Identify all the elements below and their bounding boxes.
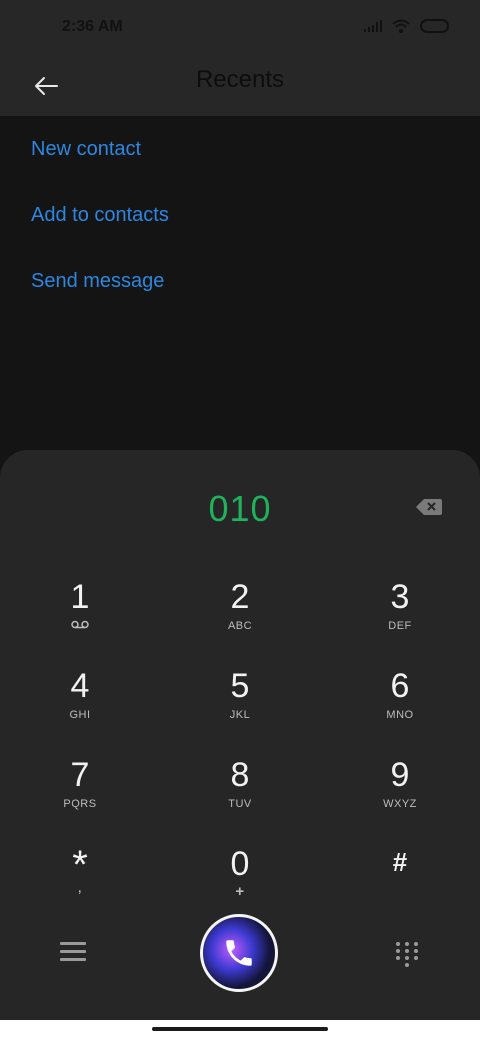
key-digit: 8 bbox=[230, 756, 250, 794]
key-letters: DEF bbox=[388, 620, 412, 632]
key-digit: 0 bbox=[230, 845, 250, 883]
voicemail-icon bbox=[20, 620, 140, 632]
key-digit: 5 bbox=[230, 667, 250, 705]
status-time: 2:36 AM bbox=[62, 18, 123, 35]
phone-icon bbox=[226, 940, 252, 966]
key-1[interactable]: 1 bbox=[20, 578, 140, 658]
battery-icon bbox=[420, 19, 449, 33]
key-letters: ABC bbox=[227, 620, 253, 632]
key-digit: 9 bbox=[390, 756, 410, 794]
send-message-action[interactable]: Send message bbox=[31, 270, 164, 293]
key-letters: , bbox=[77, 879, 83, 896]
call-button[interactable] bbox=[200, 914, 278, 992]
key-digit: 1 bbox=[70, 578, 90, 616]
home-handle[interactable] bbox=[152, 1027, 328, 1031]
status-icons bbox=[364, 19, 450, 33]
key-0[interactable]: 0 + bbox=[180, 845, 300, 925]
key-8[interactable]: 8 TUV bbox=[180, 756, 300, 836]
key-2[interactable]: 2 ABC bbox=[180, 578, 300, 658]
dialer-bottom-row bbox=[0, 914, 480, 994]
status-bar: 2:36 AM bbox=[0, 0, 480, 56]
key-letters: + bbox=[235, 883, 245, 900]
add-to-contacts-action[interactable]: Add to contacts bbox=[31, 204, 169, 227]
backspace-button[interactable] bbox=[416, 498, 446, 518]
system-nav-bar bbox=[0, 1020, 480, 1040]
key-digit: 4 bbox=[70, 667, 90, 705]
dialpad-sheet: 010 1 2 ABC 3 DEF 4 GHI 5 JKL 6 MNO 7 PQ… bbox=[0, 450, 480, 1020]
key-6[interactable]: 6 MNO bbox=[340, 667, 460, 747]
dialed-number: 010 bbox=[208, 488, 272, 529]
key-letters: TUV bbox=[228, 798, 252, 810]
page-title: Recents bbox=[195, 66, 285, 93]
key-digit: 6 bbox=[390, 667, 410, 705]
menu-icon[interactable] bbox=[60, 942, 86, 964]
app-header: Recents bbox=[0, 56, 480, 116]
wifi-icon bbox=[392, 19, 410, 33]
key-digit: 2 bbox=[230, 578, 250, 616]
key-4[interactable]: 4 GHI bbox=[20, 667, 140, 747]
new-contact-action[interactable]: New contact bbox=[31, 138, 141, 161]
key-5[interactable]: 5 JKL bbox=[180, 667, 300, 747]
key-digit: 7 bbox=[70, 756, 90, 794]
signal-icon bbox=[364, 20, 382, 32]
key-letters: GHI bbox=[69, 709, 91, 721]
backspace-icon bbox=[416, 499, 442, 515]
key-9[interactable]: 9 WXYZ bbox=[340, 756, 460, 836]
key-7[interactable]: 7 PQRS bbox=[20, 756, 140, 836]
key-letters: JKL bbox=[229, 709, 251, 721]
dialpad-grid-icon[interactable] bbox=[396, 942, 418, 968]
key-letters: PQRS bbox=[63, 798, 97, 810]
key-star[interactable]: * , bbox=[20, 845, 140, 925]
key-3[interactable]: 3 DEF bbox=[340, 578, 460, 658]
key-letters: MNO bbox=[386, 709, 414, 721]
key-digit: # bbox=[392, 847, 408, 877]
key-hash[interactable]: # bbox=[340, 845, 460, 925]
key-letters: WXYZ bbox=[383, 798, 417, 810]
key-digit: 3 bbox=[390, 578, 410, 616]
